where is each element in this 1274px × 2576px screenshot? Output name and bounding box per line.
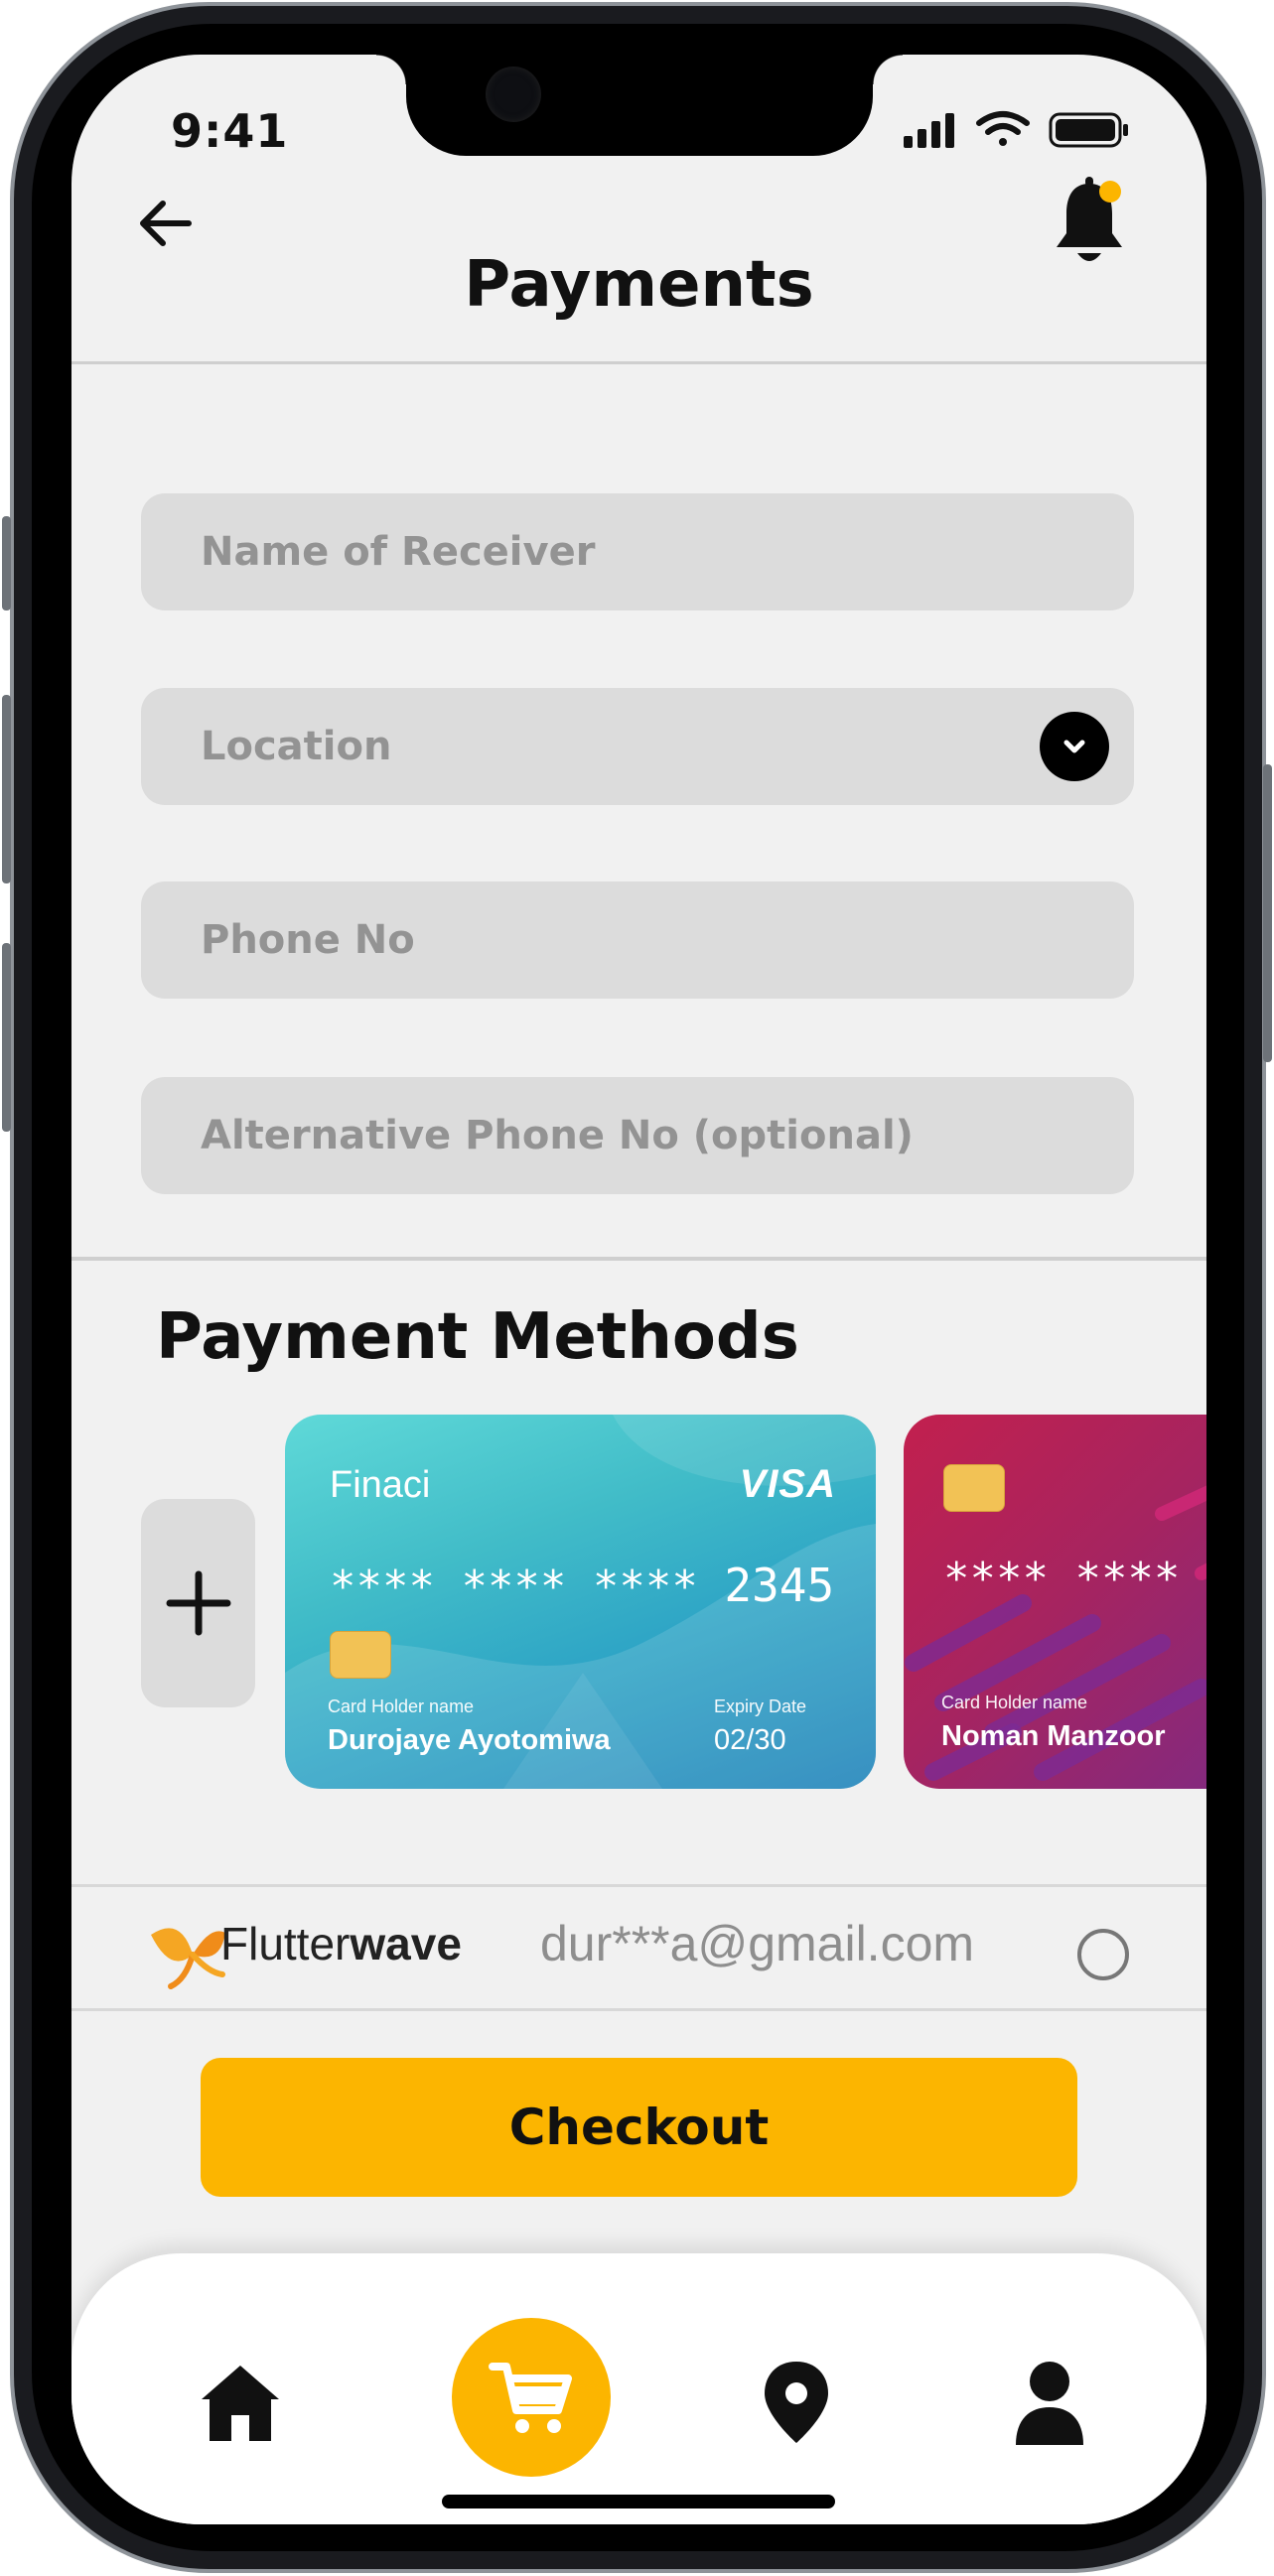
- flutterwave-logo-icon: [151, 1928, 225, 1989]
- nav-home[interactable]: [191, 2353, 290, 2452]
- alt-phone-input[interactable]: Alternative Phone No (optional): [141, 1077, 1134, 1194]
- card-number-mask: **** **** ****: [943, 1554, 1206, 1604]
- cart-icon: [489, 2363, 572, 2433]
- card-expiry-label: Expiry Date: [714, 1696, 807, 1716]
- header-divider: [71, 361, 1206, 364]
- location-select[interactable]: Location: [141, 688, 1134, 805]
- card-holder-name: Durojaye Ayotomiwa: [328, 1724, 611, 1756]
- volume-up-button: [2, 695, 11, 883]
- status-time: 9:41: [171, 104, 289, 158]
- card-holder-label: Card Holder name: [941, 1693, 1088, 1712]
- phone-placeholder: Phone No: [201, 917, 415, 963]
- home-indicator: [442, 2495, 835, 2508]
- checkout-label: Checkout: [508, 2099, 770, 2156]
- receiver-name-input[interactable]: Name of Receiver: [141, 493, 1134, 610]
- card-holder-label: Card Holder name: [328, 1696, 475, 1716]
- bottom-nav: [71, 2253, 1206, 2524]
- card-brand: Finaci: [330, 1464, 431, 1506]
- chevron-down-icon: [1063, 740, 1085, 753]
- volume-down-button: [2, 943, 11, 1132]
- payment-card-secondary[interactable]: **** **** **** Card Holder name Noman Ma…: [904, 1415, 1206, 1789]
- location-pin-icon: [765, 2362, 828, 2443]
- profile-icon: [1016, 2362, 1083, 2445]
- nav-location[interactable]: [747, 2353, 846, 2452]
- screen: 9:41 Payments Name of Receiver Location …: [71, 55, 1206, 2524]
- checkout-button[interactable]: Checkout: [201, 2058, 1077, 2197]
- flutterwave-brand-bold: wave: [350, 1918, 462, 1969]
- visa-logo: VISA: [739, 1462, 836, 1506]
- nav-cart[interactable]: [452, 2318, 611, 2477]
- flutterwave-brand: Flutterwave: [220, 1917, 462, 1970]
- card-expiry-date: 02/30: [714, 1724, 786, 1756]
- side-button: [2, 516, 11, 610]
- status-icons: [904, 109, 1132, 149]
- notification-dot: [1099, 181, 1121, 203]
- page-title: Payments: [464, 248, 814, 322]
- alt-phone-placeholder: Alternative Phone No (optional): [201, 1113, 914, 1158]
- flutterwave-radio[interactable]: [1077, 1929, 1129, 1980]
- card-number-mask: **** **** ****: [330, 1561, 698, 1612]
- card-chip-icon: [330, 1631, 391, 1679]
- nav-profile[interactable]: [1000, 2353, 1099, 2452]
- front-camera: [486, 67, 541, 122]
- add-card-button[interactable]: [141, 1499, 255, 1707]
- location-dropdown-button[interactable]: [1040, 712, 1109, 781]
- card-number-last4: 2345: [724, 1559, 835, 1612]
- card-chip-icon: [943, 1464, 1005, 1512]
- battery-icon: [1049, 112, 1128, 148]
- card-number: **** **** **** 2345: [330, 1559, 834, 1612]
- receiver-name-placeholder: Name of Receiver: [201, 529, 596, 575]
- notch: [376, 55, 903, 156]
- status-icons-svg: [904, 111, 1128, 148]
- wifi-icon: [976, 111, 1030, 146]
- location-placeholder: Location: [201, 724, 392, 769]
- flutterwave-brand-light: Flutter: [220, 1918, 351, 1969]
- payment-methods-title: Payment Methods: [156, 1300, 799, 1374]
- cellular-signal-icon: [904, 113, 954, 148]
- payment-card-visa[interactable]: Finaci VISA **** **** **** 2345 Card Hol…: [285, 1415, 876, 1789]
- home-icon: [202, 2366, 279, 2441]
- plus-icon: [166, 1570, 230, 1636]
- section-divider: [71, 1257, 1206, 1261]
- flutterwave-email: dur***a@gmail.com: [540, 1916, 975, 1971]
- power-button: [1263, 764, 1272, 1062]
- card-holder-name: Noman Manzoor: [941, 1720, 1166, 1752]
- flutterwave-option[interactable]: Flutterwave dur***a@gmail.com: [71, 1884, 1206, 2011]
- phone-input[interactable]: Phone No: [141, 881, 1134, 999]
